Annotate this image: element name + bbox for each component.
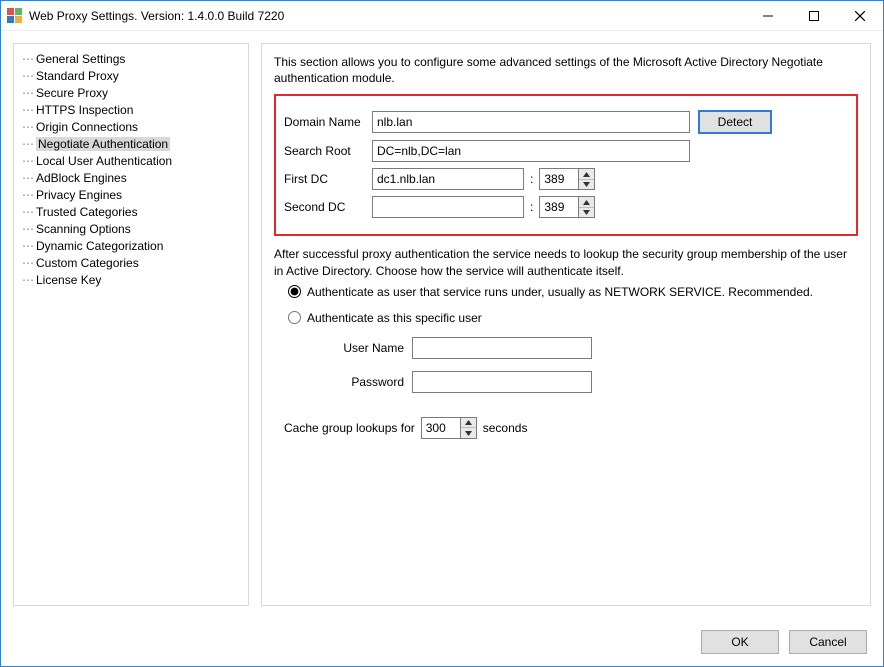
domain-name-label: Domain Name (284, 115, 372, 129)
highlighted-region: Domain Name Detect Search Root First DC … (274, 94, 858, 236)
cache-prefix: Cache group lookups for (284, 421, 415, 435)
sidebar-item-license-key[interactable]: ⋯License Key (18, 271, 244, 288)
first-dc-host-input[interactable] (372, 168, 524, 190)
sidebar: ⋯General Settings ⋯Standard Proxy ⋯Secur… (13, 43, 249, 606)
first-dc-port-up[interactable] (579, 169, 594, 180)
auth-radio-network-service-label: Authenticate as user that service runs u… (307, 285, 813, 299)
domain-name-row: Domain Name Detect (284, 110, 848, 134)
auth-radio-specific-user-label: Authenticate as this specific user (307, 311, 482, 325)
minimize-button[interactable] (745, 1, 791, 30)
cache-seconds-input[interactable] (421, 417, 461, 439)
search-root-label: Search Root (284, 144, 372, 158)
sidebar-item-trusted-categories[interactable]: ⋯Trusted Categories (18, 203, 244, 220)
main-panel: This section allows you to configure som… (261, 43, 871, 606)
auth-radio-specific-user-input[interactable] (288, 311, 301, 324)
cache-row: Cache group lookups for seconds (284, 417, 858, 439)
cache-seconds-down[interactable] (461, 428, 476, 438)
settings-window: Web Proxy Settings. Version: 1.4.0.0 Bui… (0, 0, 884, 667)
body: ⋯General Settings ⋯Standard Proxy ⋯Secur… (1, 31, 883, 618)
second-dc-host-input[interactable] (372, 196, 524, 218)
domain-name-input[interactable] (372, 111, 690, 133)
auth-radio-specific-user[interactable]: Authenticate as this specific user (288, 311, 858, 325)
colon-separator: : (530, 172, 533, 186)
title-bar: Web Proxy Settings. Version: 1.4.0.0 Bui… (1, 1, 883, 31)
username-row: User Name (324, 337, 858, 359)
cache-suffix: seconds (483, 421, 528, 435)
second-dc-port-input[interactable] (539, 196, 579, 218)
maximize-button[interactable] (791, 1, 837, 30)
second-dc-port-up[interactable] (579, 197, 594, 208)
sidebar-item-origin-connections[interactable]: ⋯Origin Connections (18, 118, 244, 135)
window-title: Web Proxy Settings. Version: 1.4.0.0 Bui… (29, 9, 284, 23)
search-root-row: Search Root (284, 140, 848, 162)
search-root-input[interactable] (372, 140, 690, 162)
intro-text: This section allows you to configure som… (274, 54, 858, 86)
username-label: User Name (324, 341, 404, 355)
second-dc-label: Second DC (284, 200, 372, 214)
password-input[interactable] (412, 371, 592, 393)
sidebar-item-custom-categories[interactable]: ⋯Custom Categories (18, 254, 244, 271)
auth-explain-text: After successful proxy authentication th… (274, 246, 858, 278)
sidebar-item-local-user-authentication[interactable]: ⋯Local User Authentication (18, 152, 244, 169)
sidebar-item-dynamic-categorization[interactable]: ⋯Dynamic Categorization (18, 237, 244, 254)
auth-radio-network-service-input[interactable] (288, 285, 301, 298)
cache-seconds-up[interactable] (461, 418, 476, 429)
app-icon (7, 8, 23, 24)
sidebar-item-adblock-engines[interactable]: ⋯AdBlock Engines (18, 169, 244, 186)
sidebar-item-scanning-options[interactable]: ⋯Scanning Options (18, 220, 244, 237)
auth-radio-network-service[interactable]: Authenticate as user that service runs u… (288, 285, 858, 299)
second-dc-row: Second DC : (284, 196, 848, 218)
detect-button[interactable]: Detect (698, 110, 772, 134)
window-controls (745, 1, 883, 30)
first-dc-port-input[interactable] (539, 168, 579, 190)
sidebar-item-standard-proxy[interactable]: ⋯Standard Proxy (18, 67, 244, 84)
dialog-footer: OK Cancel (1, 618, 883, 666)
ok-button[interactable]: OK (701, 630, 779, 654)
first-dc-port-down[interactable] (579, 180, 594, 190)
second-dc-port-down[interactable] (579, 208, 594, 218)
sidebar-item-privacy-engines[interactable]: ⋯Privacy Engines (18, 186, 244, 203)
first-dc-label: First DC (284, 172, 372, 186)
sidebar-item-negotiate-authentication[interactable]: ⋯Negotiate Authentication (18, 135, 244, 152)
password-row: Password (324, 371, 858, 393)
username-input[interactable] (412, 337, 592, 359)
cancel-button[interactable]: Cancel (789, 630, 867, 654)
sidebar-item-general-settings[interactable]: ⋯General Settings (18, 50, 244, 67)
first-dc-row: First DC : (284, 168, 848, 190)
colon-separator: : (530, 200, 533, 214)
password-label: Password (324, 375, 404, 389)
close-button[interactable] (837, 1, 883, 30)
sidebar-item-secure-proxy[interactable]: ⋯Secure Proxy (18, 84, 244, 101)
sidebar-item-https-inspection[interactable]: ⋯HTTPS Inspection (18, 101, 244, 118)
